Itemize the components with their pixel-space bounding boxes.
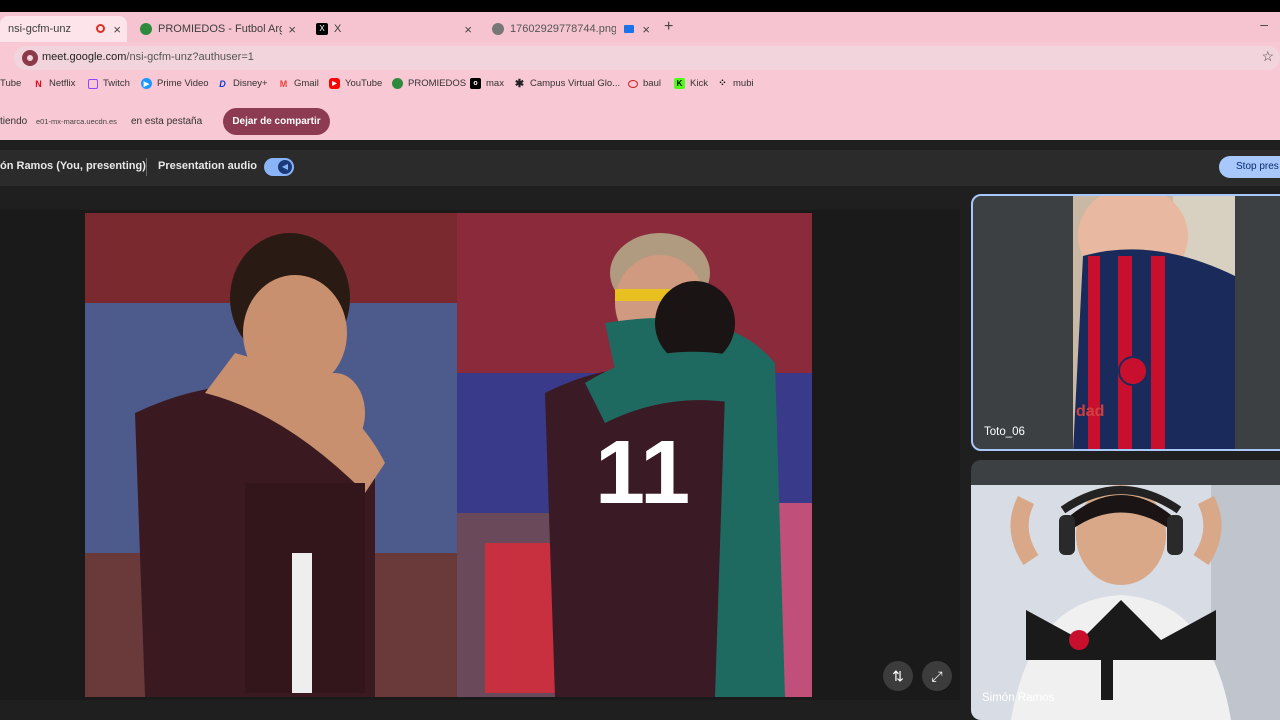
youtube-icon: ▶ [329, 78, 340, 89]
bookmark-label: Prime Video [157, 78, 209, 89]
promiedos-icon [392, 78, 403, 89]
share-text-prefix: tiendo [0, 116, 28, 127]
x-icon: X [316, 23, 328, 35]
bookmark-item[interactable]: o max [470, 78, 504, 89]
globe-icon [492, 23, 504, 35]
gmail-icon: M [279, 78, 288, 89]
tab-image[interactable]: 17602929778744.png (1986 × [484, 16, 656, 42]
close-tab-icon[interactable]: × [113, 22, 121, 37]
bookmark-label: Campus Virtual Glo... [530, 78, 621, 89]
participant-name: Toto_06 [984, 426, 1025, 438]
tab-strip: nsi-gcfm-unz × PROMIEDOS - Futbol Argent… [0, 12, 1280, 42]
site-info-icon[interactable] [22, 50, 38, 66]
tab-title: PROMIEDOS - Futbol Argentino [158, 23, 282, 35]
bookmark-item[interactable]: ▶ Prime Video [141, 78, 209, 89]
bookmark-item[interactable]: K Kick [674, 78, 708, 89]
participant-video [971, 485, 1280, 720]
new-tab-icon[interactable]: + [664, 18, 673, 36]
participant-video: dad [1073, 196, 1235, 449]
jersey-number: 11 [595, 423, 690, 523]
bookmark-item[interactable]: N Netflix [33, 78, 75, 89]
bookmark-label: mubi [733, 78, 754, 89]
share-text-suffix: en esta pestaña [131, 116, 203, 127]
bookmark-item[interactable]: M Gmail [278, 78, 319, 89]
participant-tile[interactable]: Simón Ramos [971, 460, 1280, 720]
bookmark-label: Twitch [103, 78, 130, 89]
disney-icon: D [219, 78, 226, 89]
campus-icon: ✱ [514, 78, 525, 90]
close-tab-icon[interactable]: × [464, 22, 472, 37]
bookmark-star-icon[interactable]: ☆ [1261, 48, 1274, 65]
bookmarks-bar: Tube N Netflix Twitch ▶ Prime Video D Disne… [0, 76, 1280, 96]
tab-title: 17602929778744.png (1986 [510, 23, 616, 35]
screen-share-icon [624, 25, 634, 33]
bookmark-item[interactable]: ✱ Campus Virtual Glo... [514, 78, 621, 90]
share-domain: e01-mx-marca.uecdn.es [36, 117, 117, 126]
tab-x[interactable]: X X × [308, 16, 478, 42]
baul-icon [628, 79, 638, 88]
participant-tile[interactable]: dad Toto_06 [971, 194, 1280, 451]
presentation-stage: MORA 11 ⇅ ⤢ [0, 210, 960, 700]
promiedos-icon [140, 23, 152, 35]
tab-title: X [334, 23, 342, 35]
minimize-icon[interactable]: – [1260, 16, 1268, 32]
address-bar[interactable]: meet.google.com/nsi-gcfm-unz?authuser=1 … [14, 46, 1280, 70]
speaker-icon: ◀ [278, 160, 292, 174]
presentation-bar: ón Ramos (You, presenting) Presentation … [0, 150, 1280, 186]
bookmark-label: Kick [690, 78, 708, 89]
prime-video-icon: ▶ [141, 78, 152, 89]
bookmark-label: baul [643, 78, 661, 89]
bookmark-item[interactable]: PROMIEDOS [392, 78, 466, 89]
bookmark-label: Disney+ [233, 78, 268, 89]
twitch-icon [88, 78, 98, 89]
stop-sharing-button[interactable]: Dejar de compartir [223, 108, 330, 135]
participant-name: Simón Ramos [982, 692, 1055, 704]
expand-icon[interactable]: ⤢ [922, 661, 952, 691]
bookmark-label: Tube [0, 78, 22, 89]
netflix-icon: N [35, 78, 42, 89]
tab-share-bar: tiendo e01-mx-marca.uecdn.es en esta pes… [0, 106, 1280, 136]
max-icon: o [470, 78, 481, 89]
tab-title: nsi-gcfm-unz [8, 23, 71, 35]
presentation-audio-label: Presentation audio [158, 160, 258, 172]
swap-icon[interactable]: ⇅ [883, 661, 913, 691]
bookmark-label: max [486, 78, 504, 89]
bookmark-item[interactable]: baul [628, 78, 661, 89]
bookmark-item[interactable]: ▶ YouTube [329, 78, 382, 89]
bookmark-label: PROMIEDOS [408, 78, 467, 89]
bookmark-item[interactable]: D Disney+ [217, 78, 268, 89]
mubi-icon: ⁘ [718, 78, 727, 89]
shared-photo: MORA 11 [85, 213, 812, 697]
bookmark-label: YouTube [345, 78, 383, 89]
bookmark-item[interactable]: Tube [0, 78, 21, 89]
bookmark-label: Netflix [49, 78, 76, 89]
presentation-audio-toggle[interactable]: ◀ [264, 158, 294, 176]
bookmark-item[interactable]: ⁘ mubi [717, 78, 754, 89]
tab-promiedos[interactable]: PROMIEDOS - Futbol Argentino × [132, 16, 302, 42]
close-tab-icon[interactable]: × [642, 22, 650, 37]
bookmark-item[interactable]: Twitch [88, 78, 130, 89]
bookmark-label: Gmail [294, 78, 319, 89]
close-tab-icon[interactable]: × [288, 22, 296, 37]
kick-icon: K [674, 78, 685, 89]
recording-icon [96, 24, 105, 33]
browser-chrome: nsi-gcfm-unz × PROMIEDOS - Futbol Argent… [0, 12, 1280, 140]
meet-window: ón Ramos (You, presenting) Presentation … [0, 140, 1280, 720]
presenter-label: ón Ramos (You, presenting) [0, 160, 146, 172]
stop-presenting-button[interactable]: Stop pres [1219, 156, 1280, 178]
tab-meet[interactable]: nsi-gcfm-unz × [0, 16, 127, 42]
divider [146, 158, 147, 176]
url-text: meet.google.com/nsi-gcfm-unz?authuser=1 [42, 51, 254, 63]
svg-text:dad: dad [1076, 403, 1104, 420]
